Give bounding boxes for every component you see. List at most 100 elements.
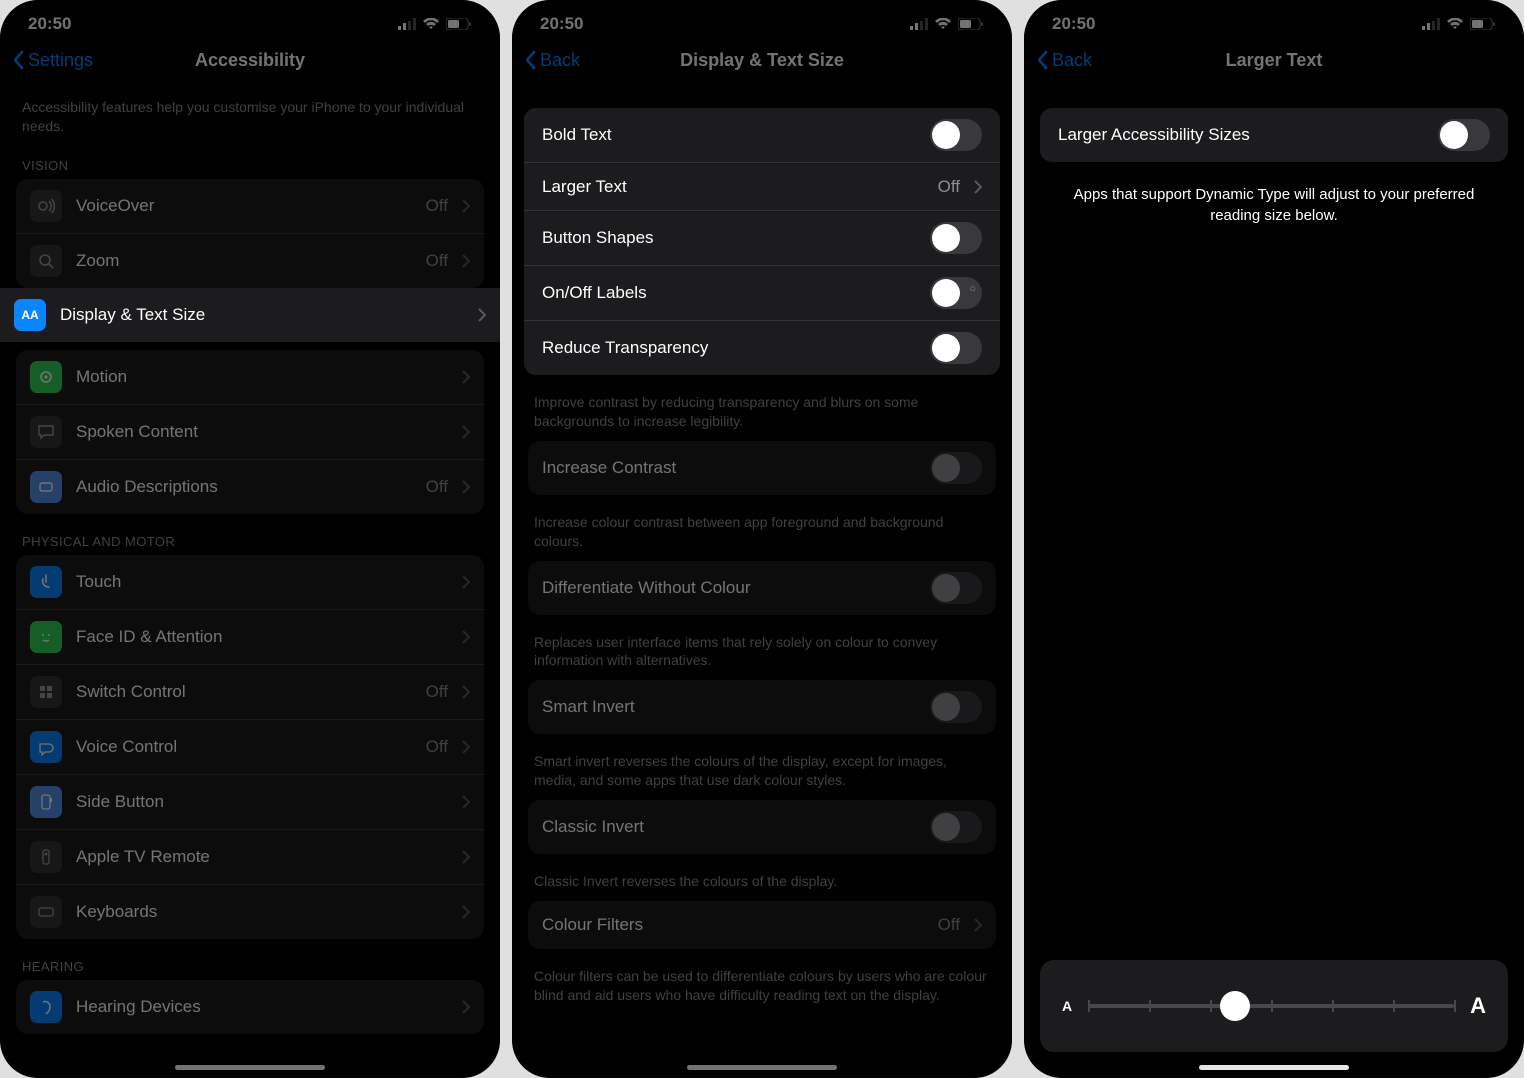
- incrcontrast-label: Increase Contrast: [542, 458, 916, 478]
- scroll-area[interactable]: Accessibility features help you customis…: [0, 88, 500, 1078]
- chevron-left-icon: [12, 50, 24, 70]
- voiceover-value: Off: [426, 196, 448, 216]
- row-button-shapes[interactable]: Button Shapes: [524, 211, 1000, 266]
- bold-toggle[interactable]: [930, 119, 982, 151]
- signal-icon: [1422, 18, 1440, 30]
- row-spoken-content[interactable]: Spoken Content: [16, 405, 484, 460]
- row-side-button[interactable]: Side Button: [16, 775, 484, 830]
- bold-label: Bold Text: [542, 125, 916, 145]
- highlight-larger-text-top: Larger Accessibility Sizes Apps that sup…: [1024, 88, 1524, 244]
- classicinv-toggle[interactable]: [930, 811, 982, 843]
- scroll-area[interactable]: Bold Text Larger Text Off Button Shapes …: [512, 88, 1012, 1078]
- row-motion[interactable]: Motion: [16, 350, 484, 405]
- physical-header: PHYSICAL AND MOTOR: [16, 522, 484, 555]
- voiceover-label: VoiceOver: [76, 196, 412, 216]
- row-smart-invert[interactable]: Smart Invert: [528, 680, 996, 734]
- larger-sizes-toggle[interactable]: [1438, 119, 1490, 151]
- side-button-icon: [30, 786, 62, 818]
- onoff-toggle[interactable]: [930, 277, 982, 309]
- home-indicator[interactable]: [1199, 1065, 1349, 1070]
- back-button[interactable]: Back: [524, 50, 580, 71]
- home-indicator[interactable]: [175, 1065, 325, 1070]
- back-button[interactable]: Back: [1036, 50, 1092, 71]
- reducetrans-toggle[interactable]: [930, 332, 982, 364]
- wifi-icon: [934, 18, 952, 30]
- vision-group-1: VoiceOver Off Zoom Off: [16, 179, 484, 288]
- zoom-value: Off: [426, 251, 448, 271]
- classicinv-card: Classic Invert: [528, 800, 996, 854]
- speech-bubble-icon: [30, 416, 62, 448]
- row-bold-text[interactable]: Bold Text: [524, 108, 1000, 163]
- page-title: Accessibility: [195, 50, 305, 71]
- colourfilters-desc: Colour filters can be used to differenti…: [528, 957, 996, 1015]
- row-voice-control[interactable]: Voice Control Off: [16, 720, 484, 775]
- slider-track[interactable]: [1088, 1004, 1454, 1008]
- row-faceid[interactable]: Face ID & Attention: [16, 610, 484, 665]
- back-label: Back: [540, 50, 580, 71]
- colourfilters-label: Colour Filters: [542, 915, 924, 935]
- row-larger-accessibility-sizes[interactable]: Larger Accessibility Sizes: [1040, 108, 1508, 162]
- incrcontrast-desc: Increase colour contrast between app for…: [528, 503, 996, 561]
- row-switch-control[interactable]: Switch Control Off: [16, 665, 484, 720]
- switch-label: Switch Control: [76, 682, 412, 702]
- incrcontrast-toggle[interactable]: [930, 452, 982, 484]
- chevron-left-icon: [1036, 50, 1048, 70]
- keyboards-label: Keyboards: [76, 902, 448, 922]
- chevron-right-icon: [462, 425, 470, 439]
- row-reduce-transparency[interactable]: Reduce Transparency: [524, 321, 1000, 375]
- row-diff-without-colour[interactable]: Differentiate Without Colour: [528, 561, 996, 615]
- row-classic-invert[interactable]: Classic Invert: [528, 800, 996, 854]
- diffcolour-card: Differentiate Without Colour: [528, 561, 996, 615]
- back-button[interactable]: Settings: [12, 50, 93, 71]
- classicinv-label: Classic Invert: [542, 817, 916, 837]
- row-voiceover[interactable]: VoiceOver Off: [16, 179, 484, 234]
- small-a-icon: A: [1062, 998, 1072, 1014]
- audiodesc-value: Off: [426, 477, 448, 497]
- nav-bar: Back Display & Text Size: [512, 40, 1012, 88]
- remote-icon: [30, 841, 62, 873]
- battery-icon: [958, 18, 984, 30]
- buttonshapes-toggle[interactable]: [930, 222, 982, 254]
- status-bar: 20:50: [512, 0, 1012, 40]
- chevron-right-icon: [462, 480, 470, 494]
- colourfilters-card: Colour Filters Off: [528, 901, 996, 949]
- onoff-label: On/Off Labels: [542, 283, 916, 303]
- row-touch[interactable]: Touch: [16, 555, 484, 610]
- text-size-slider[interactable]: A A: [1040, 960, 1508, 1052]
- chevron-right-icon: [462, 685, 470, 699]
- touch-icon: [30, 566, 62, 598]
- row-audio-descriptions[interactable]: Audio Descriptions Off: [16, 460, 484, 514]
- row-increase-contrast[interactable]: Increase Contrast: [528, 441, 996, 495]
- slider-knob[interactable]: [1220, 991, 1250, 1021]
- chevron-right-icon: [974, 918, 982, 932]
- big-a-icon: A: [1470, 993, 1486, 1019]
- chevron-right-icon: [462, 850, 470, 864]
- zoom-icon: [30, 245, 62, 277]
- row-display-text-size[interactable]: AA Display & Text Size: [0, 288, 500, 342]
- row-larger-text[interactable]: Larger Text Off: [524, 163, 1000, 211]
- row-colour-filters[interactable]: Colour Filters Off: [528, 901, 996, 949]
- voicectrl-label: Voice Control: [76, 737, 412, 757]
- row-apple-tv-remote[interactable]: Apple TV Remote: [16, 830, 484, 885]
- row-onoff-labels[interactable]: On/Off Labels: [524, 266, 1000, 321]
- intro-text: Accessibility features help you customis…: [16, 88, 484, 146]
- status-right: [910, 18, 984, 30]
- nav-bar: Settings Accessibility: [0, 40, 500, 88]
- row-hearing-devices[interactable]: Hearing Devices: [16, 980, 484, 1034]
- status-time: 20:50: [28, 14, 71, 34]
- row-zoom[interactable]: Zoom Off: [16, 234, 484, 288]
- back-label: Back: [1052, 50, 1092, 71]
- diffcolour-toggle[interactable]: [930, 572, 982, 604]
- physical-group: Touch Face ID & Attention Switch Control…: [16, 555, 484, 939]
- ear-icon: [30, 991, 62, 1023]
- phone-accessibility: 20:50 Settings Accessibility Accessibili…: [0, 0, 500, 1078]
- chevron-right-icon: [462, 199, 470, 213]
- larger-sizes-label: Larger Accessibility Sizes: [1058, 125, 1424, 145]
- diffcolour-desc: Replaces user interface items that rely …: [528, 623, 996, 681]
- zoom-label: Zoom: [76, 251, 412, 271]
- highlight-text-options: Bold Text Larger Text Off Button Shapes …: [524, 108, 1000, 375]
- home-indicator[interactable]: [687, 1065, 837, 1070]
- smartinv-toggle[interactable]: [930, 691, 982, 723]
- row-keyboards[interactable]: Keyboards: [16, 885, 484, 939]
- battery-icon: [446, 18, 472, 30]
